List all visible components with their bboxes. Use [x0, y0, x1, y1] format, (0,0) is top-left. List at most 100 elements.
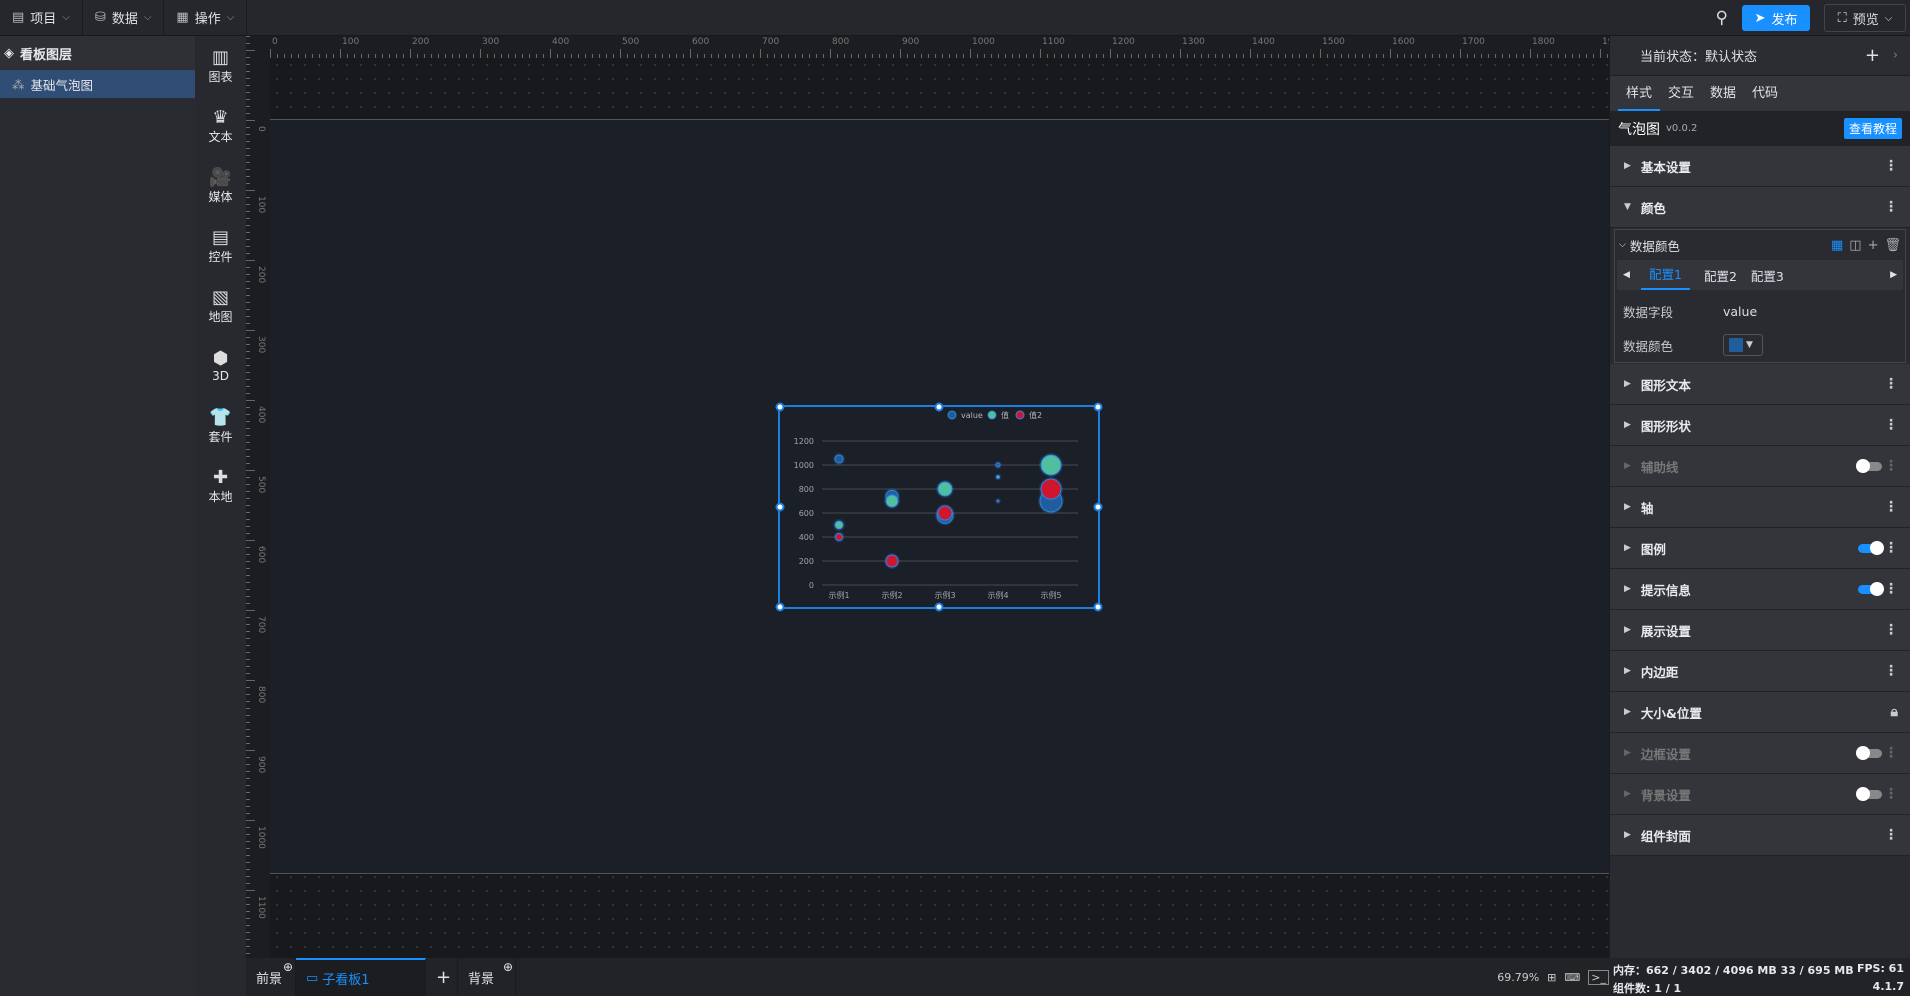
- resize-handle[interactable]: [1093, 402, 1103, 412]
- tab-data[interactable]: 数据: [1702, 76, 1744, 111]
- caret-right-icon[interactable]: ▶: [1890, 270, 1897, 280]
- tool-control[interactable]: ▤ 控件: [195, 216, 246, 276]
- resize-handle[interactable]: [1093, 502, 1103, 512]
- section-color[interactable]: ▼ 颜色 ⋮: [1610, 187, 1910, 228]
- bubble-3[interactable]: [835, 533, 843, 541]
- add-state-icon[interactable]: +: [1865, 45, 1880, 66]
- delete-icon[interactable]: 🗑: [1884, 238, 1901, 253]
- section-toggle[interactable]: [1858, 540, 1884, 555]
- legend-label[interactable]: 值: [1001, 410, 1009, 420]
- bubble-2[interactable]: [834, 520, 844, 530]
- legend-marker[interactable]: [1015, 410, 1025, 420]
- more-icon[interactable]: ⋮: [1884, 376, 1898, 392]
- bubble-2[interactable]: [937, 481, 953, 497]
- tutorial-button[interactable]: 查看教程: [1843, 118, 1902, 139]
- tool-shirt[interactable]: 👕 套件: [195, 396, 246, 456]
- tab-config-3[interactable]: 配置3: [1751, 266, 1784, 285]
- resize-handle[interactable]: [775, 602, 785, 612]
- tab-code[interactable]: 代码: [1744, 76, 1786, 111]
- tab-style[interactable]: 样式: [1618, 76, 1661, 111]
- table-view-icon[interactable]: ▦: [1831, 238, 1843, 253]
- tool-media[interactable]: 🎥 媒体: [195, 156, 246, 216]
- section-toggle[interactable]: [1856, 786, 1882, 801]
- legend-marker[interactable]: [987, 410, 997, 420]
- tool-text[interactable]: ♛ 文本: [195, 96, 246, 156]
- resize-handle[interactable]: [934, 402, 944, 412]
- tab-sub-board[interactable]: ▭ 子看板1: [296, 958, 426, 996]
- bubble-2[interactable]: [996, 475, 1000, 479]
- more-icon[interactable]: ⋮: [1884, 786, 1898, 802]
- bubble-3[interactable]: [937, 505, 953, 521]
- tab-background[interactable]: 背景 ⊕: [458, 958, 516, 996]
- more-icon[interactable]: ⋮: [1884, 663, 1898, 679]
- split-view-icon[interactable]: ◫: [1849, 238, 1861, 253]
- section-toggle[interactable]: [1856, 745, 1882, 760]
- section-item[interactable]: ▶ 背景设置 ⋮: [1610, 774, 1910, 815]
- chevron-right-icon[interactable]: ›: [1893, 48, 1898, 63]
- section-toggle[interactable]: [1858, 581, 1884, 596]
- canvas[interactable]: 0 200 400 600 800 1000 1200 示例1 示例2 示例3 示例4 示例5 valu…: [270, 58, 1609, 958]
- data-color-header[interactable]: ⌵ 数据颜色 ▦ ◫ + 🗑: [1615, 230, 1905, 260]
- legend-label[interactable]: value: [961, 411, 983, 420]
- menu-data[interactable]: ⛁ 数据 ⌵: [83, 0, 165, 36]
- preview-button[interactable]: ⛶ 预览 ⌵: [1824, 4, 1906, 32]
- menu-operation[interactable]: ▦ 操作 ⌵: [164, 0, 248, 36]
- search-icon[interactable]: ⚲: [1716, 8, 1728, 28]
- tab-interaction[interactable]: 交互: [1660, 76, 1702, 111]
- add-circle-icon[interactable]: ⊕: [283, 960, 293, 974]
- lock-icon[interactable]: 🔒︎: [1891, 704, 1898, 720]
- section-item[interactable]: ▶ 图形文本 ⋮: [1610, 364, 1910, 405]
- fit-screen-icon[interactable]: ⊞: [1547, 971, 1556, 984]
- section-item[interactable]: ▶ 提示信息 ⋮: [1610, 569, 1910, 610]
- color-picker[interactable]: ▼: [1723, 334, 1763, 356]
- more-icon[interactable]: ⋮: [1884, 827, 1898, 843]
- tab-config-2[interactable]: 配置2: [1704, 266, 1737, 285]
- tab-config-1[interactable]: 配置1: [1641, 260, 1690, 290]
- tool-chart[interactable]: ▥ 图表: [195, 36, 246, 96]
- field-value[interactable]: value: [1723, 304, 1757, 319]
- section-toggle[interactable]: [1856, 458, 1882, 473]
- more-icon[interactable]: ⋮: [1884, 158, 1898, 174]
- resize-handle[interactable]: [775, 402, 785, 412]
- more-icon[interactable]: ⋮: [1884, 499, 1898, 515]
- menu-project[interactable]: ▤ 项目 ⌵: [0, 0, 83, 36]
- resize-handle[interactable]: [1093, 602, 1103, 612]
- section-item[interactable]: ▶ 组件封面 ⋮: [1610, 815, 1910, 856]
- more-icon[interactable]: ⋮: [1884, 745, 1898, 761]
- resize-handle[interactable]: [934, 602, 944, 612]
- more-icon[interactable]: ⋮: [1884, 458, 1898, 474]
- more-icon[interactable]: ⋮: [1884, 581, 1898, 597]
- legend-marker[interactable]: [947, 410, 957, 420]
- tool-puzzle[interactable]: ✚ 本地: [195, 456, 246, 516]
- section-item[interactable]: ▶ 边框设置 ⋮: [1610, 733, 1910, 774]
- zoom-level[interactable]: 69.79%: [1497, 971, 1539, 984]
- keyboard-icon[interactable]: ⌨: [1564, 971, 1580, 984]
- terminal-icon[interactable]: >_: [1588, 969, 1609, 985]
- section-item[interactable]: ▶ 大小&位置 🔒︎: [1610, 692, 1910, 733]
- layer-item[interactable]: ⁂ 基础气泡图: [0, 70, 195, 98]
- vertical-ruler[interactable]: 0 100 200 300 400 500 600 700 800 900 1000 1100: [246, 36, 270, 958]
- add-circle-icon[interactable]: ⊕: [503, 960, 513, 974]
- bubble-1[interactable]: [834, 454, 844, 464]
- bubble-3[interactable]: [885, 554, 899, 568]
- section-item[interactable]: ▶ 轴 ⋮: [1610, 487, 1910, 528]
- more-icon[interactable]: ⋮: [1884, 540, 1898, 556]
- section-item[interactable]: ▶ 展示设置 ⋮: [1610, 610, 1910, 651]
- more-icon[interactable]: ⋮: [1884, 622, 1898, 638]
- more-icon[interactable]: ⋮: [1884, 417, 1898, 433]
- publish-button[interactable]: ➤ 发布: [1742, 5, 1810, 31]
- tool-cube[interactable]: ⬢ 3D: [195, 336, 246, 396]
- more-icon[interactable]: ⋮: [1884, 199, 1898, 215]
- add-board-button[interactable]: +: [426, 958, 458, 996]
- section-basic[interactable]: ▶ 基本设置 ⋮: [1610, 146, 1910, 187]
- add-icon[interactable]: +: [1868, 238, 1879, 253]
- bubble-3[interactable]: [996, 499, 1000, 503]
- section-item[interactable]: ▶ 内边距 ⋮: [1610, 651, 1910, 692]
- horizontal-ruler[interactable]: 0 100 200 300 400 500 600 700 800 900 1000 1100 1200…: [270, 36, 1609, 58]
- tab-foreground[interactable]: 前景 ⊕: [246, 958, 296, 996]
- bubble-2[interactable]: [1040, 454, 1062, 476]
- resize-handle[interactable]: [775, 502, 785, 512]
- section-item[interactable]: ▶ 图形形状 ⋮: [1610, 405, 1910, 446]
- legend-label[interactable]: 值2: [1029, 410, 1042, 420]
- section-item[interactable]: ▶ 辅助线 ⋮: [1610, 446, 1910, 487]
